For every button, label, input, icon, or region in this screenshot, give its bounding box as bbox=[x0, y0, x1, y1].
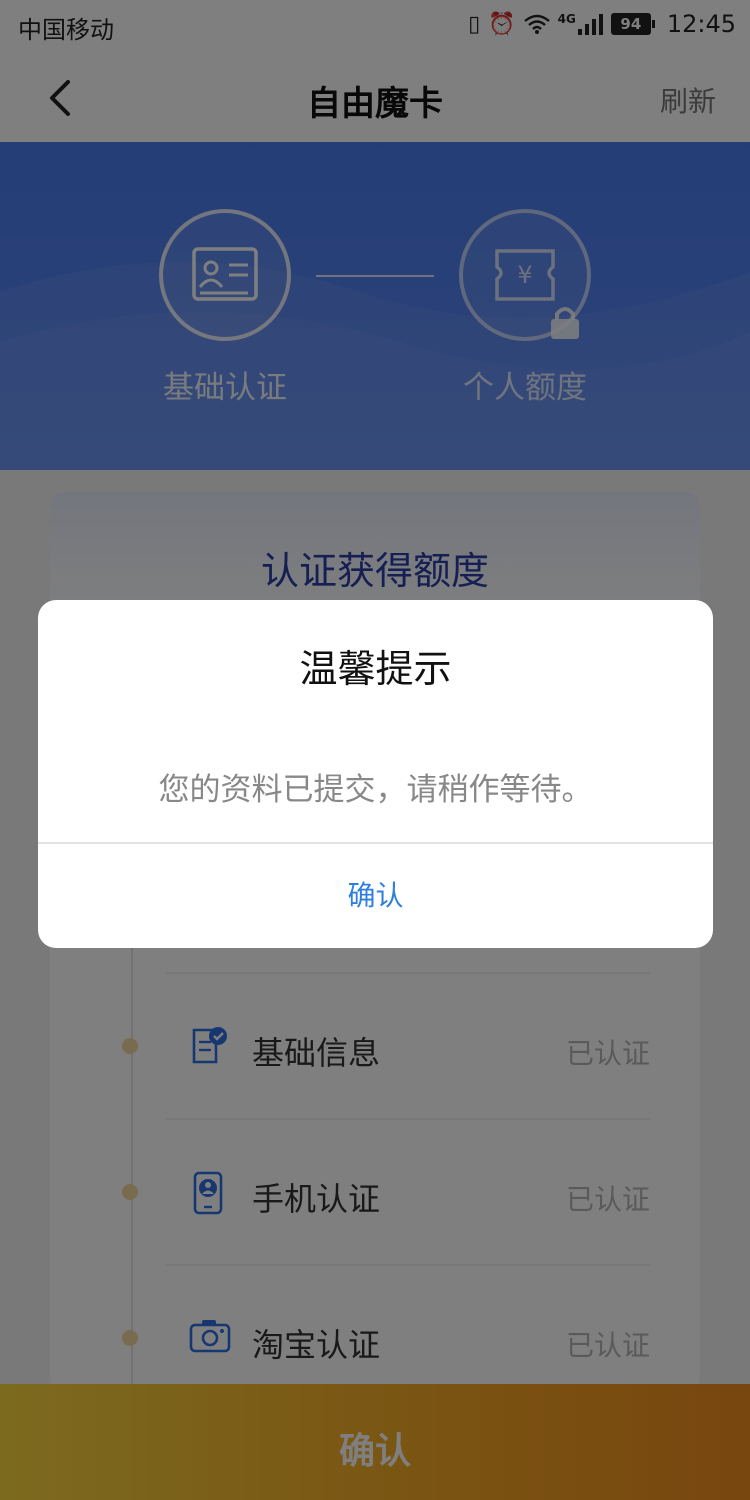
dialog-message: 您的资料已提交，请稍作等待。 bbox=[158, 772, 593, 808]
dialog-confirm-button[interactable]: 确认 bbox=[38, 844, 713, 948]
alert-dialog: 温馨提示 您的资料已提交，请稍作等待。 确认 bbox=[38, 600, 713, 948]
dialog-title: 温馨提示 bbox=[299, 647, 452, 691]
